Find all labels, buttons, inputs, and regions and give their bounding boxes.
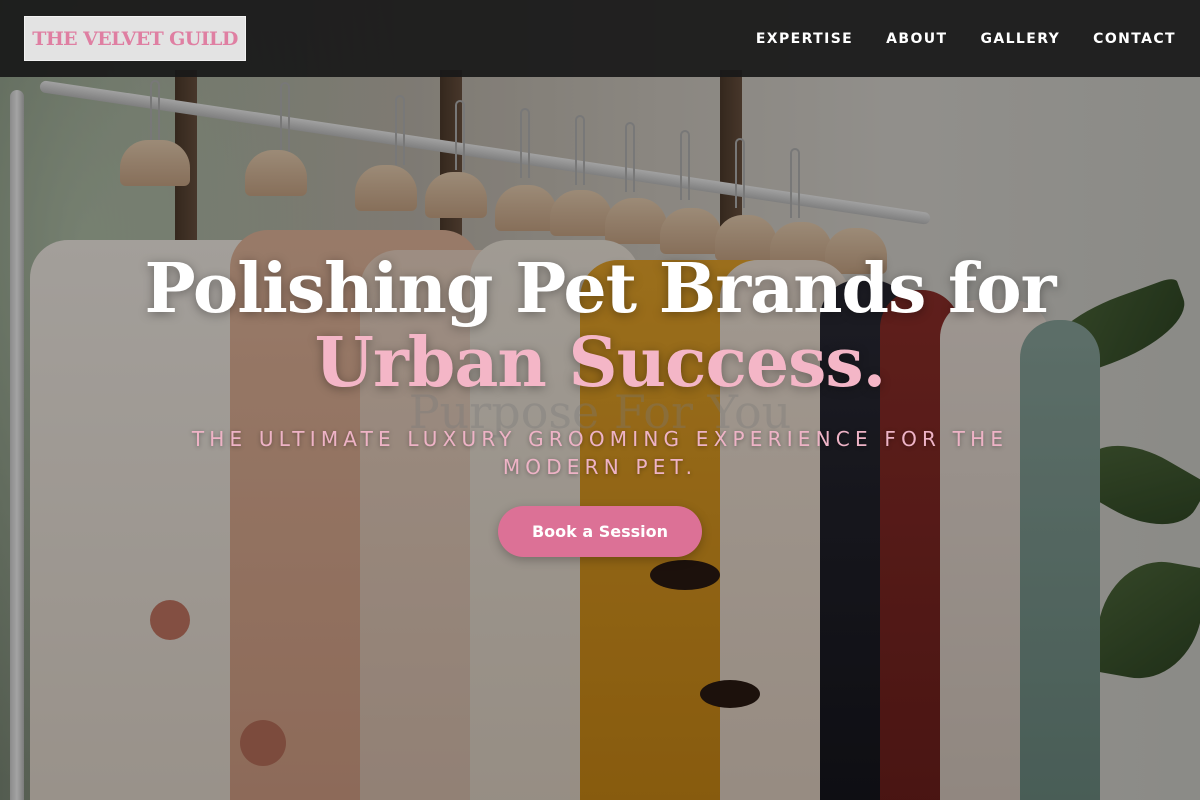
headline-line-1: Polishing Pet Brands for <box>144 249 1057 329</box>
nav-link-gallery[interactable]: GALLERY <box>980 31 1060 47</box>
nav-links: EXPERTISE ABOUT GALLERY CONTACT <box>756 0 1176 77</box>
logo-text: THE VELVET GUILD <box>32 27 238 50</box>
top-navigation-bar: THE VELVET GUILD EXPERTISE ABOUT GALLERY… <box>0 0 1200 77</box>
hero-headline: Polishing Pet Brands for Urban Success. <box>0 252 1200 400</box>
nav-link-about[interactable]: ABOUT <box>886 31 947 47</box>
book-session-button[interactable]: Book a Session <box>498 506 702 557</box>
headline-line-2-accent: Urban Success. <box>314 323 887 403</box>
nav-link-expertise[interactable]: EXPERTISE <box>756 31 853 47</box>
nav-link-contact[interactable]: CONTACT <box>1093 31 1176 47</box>
logo[interactable]: THE VELVET GUILD <box>24 16 246 61</box>
hero-subheadline: THE ULTIMATE LUXURY GROOMING EXPERIENCE … <box>191 427 1009 479</box>
